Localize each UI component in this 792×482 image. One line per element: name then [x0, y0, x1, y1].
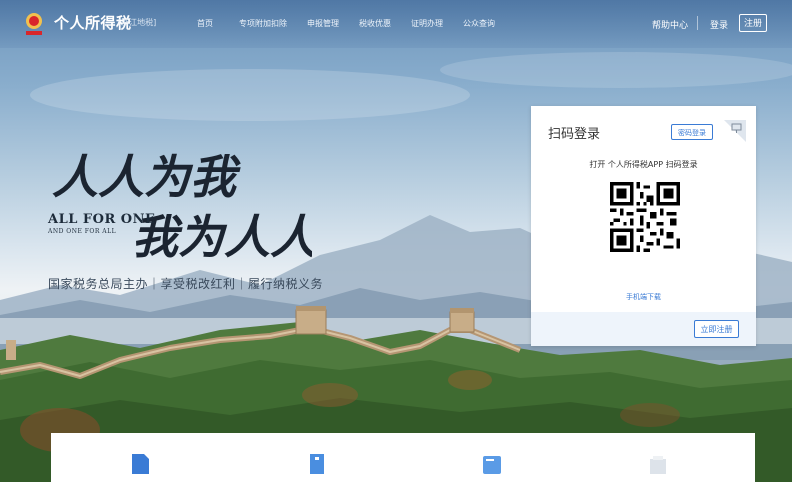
main-nav: 首页 专项附加扣除 申报管理 税收优惠 证明办理 公众查询	[197, 18, 495, 29]
quick-entry-card	[51, 433, 755, 482]
register-button[interactable]: 注册	[739, 14, 767, 32]
qr-login-panel: 扫码登录 密码登录 打开 个人所得税APP 扫码登录 手机端下载 立即注册	[531, 106, 756, 346]
nav-certificates[interactable]: 证明办理	[411, 18, 443, 29]
computer-switch-icon[interactable]	[724, 120, 746, 142]
panel-title: 扫码登录	[548, 127, 601, 142]
password-login-button[interactable]: 密码登录	[671, 124, 713, 140]
nav-public-query[interactable]: 公众查询	[463, 18, 495, 29]
panel-footer: 立即注册	[531, 312, 756, 346]
nav-tax-incentives[interactable]: 税收优惠	[359, 18, 391, 29]
nav-home[interactable]: 首页	[197, 18, 213, 29]
hero-tagline: 国家税务总局主办｜享受税改红利｜履行纳税义务	[48, 277, 324, 291]
nav-filing-management[interactable]: 申报管理	[307, 18, 339, 29]
qr-code-image	[610, 182, 680, 252]
form-icon[interactable]	[306, 453, 328, 475]
region-label: [浙江地税]	[118, 18, 157, 27]
page: 个人所得税 [浙江地税] 首页 专项附加扣除 申报管理 税收优惠 证明办理 公众…	[0, 0, 792, 482]
slogan-calligraphy: 人人为我 我为人人	[52, 150, 312, 264]
english-slogan-1: ALL FOR ONE	[48, 212, 156, 227]
register-now-button[interactable]: 立即注册	[694, 320, 739, 338]
scan-hint: 打开 个人所得税APP 扫码登录	[589, 160, 698, 169]
certificate-icon[interactable]	[481, 453, 503, 475]
app-download-link[interactable]: 手机端下载	[531, 292, 756, 302]
nav-divider	[697, 16, 698, 30]
slogan-line-2: 我为人人	[132, 210, 312, 264]
query-icon[interactable]	[647, 453, 669, 475]
top-navigation-bar: 个人所得税 [浙江地税] 首页 专项附加扣除 申报管理 税收优惠 证明办理 公众…	[0, 0, 792, 48]
login-link[interactable]: 登录	[710, 18, 728, 31]
nav-special-deduction[interactable]: 专项附加扣除	[239, 18, 287, 29]
english-slogan-2: AND ONE FOR ALL	[48, 228, 117, 235]
tax-emblem-icon	[26, 13, 42, 35]
slogan-line-1: 人人为我	[52, 150, 241, 204]
document-icon[interactable]	[129, 453, 151, 475]
help-center-link[interactable]: 帮助中心	[652, 18, 688, 31]
